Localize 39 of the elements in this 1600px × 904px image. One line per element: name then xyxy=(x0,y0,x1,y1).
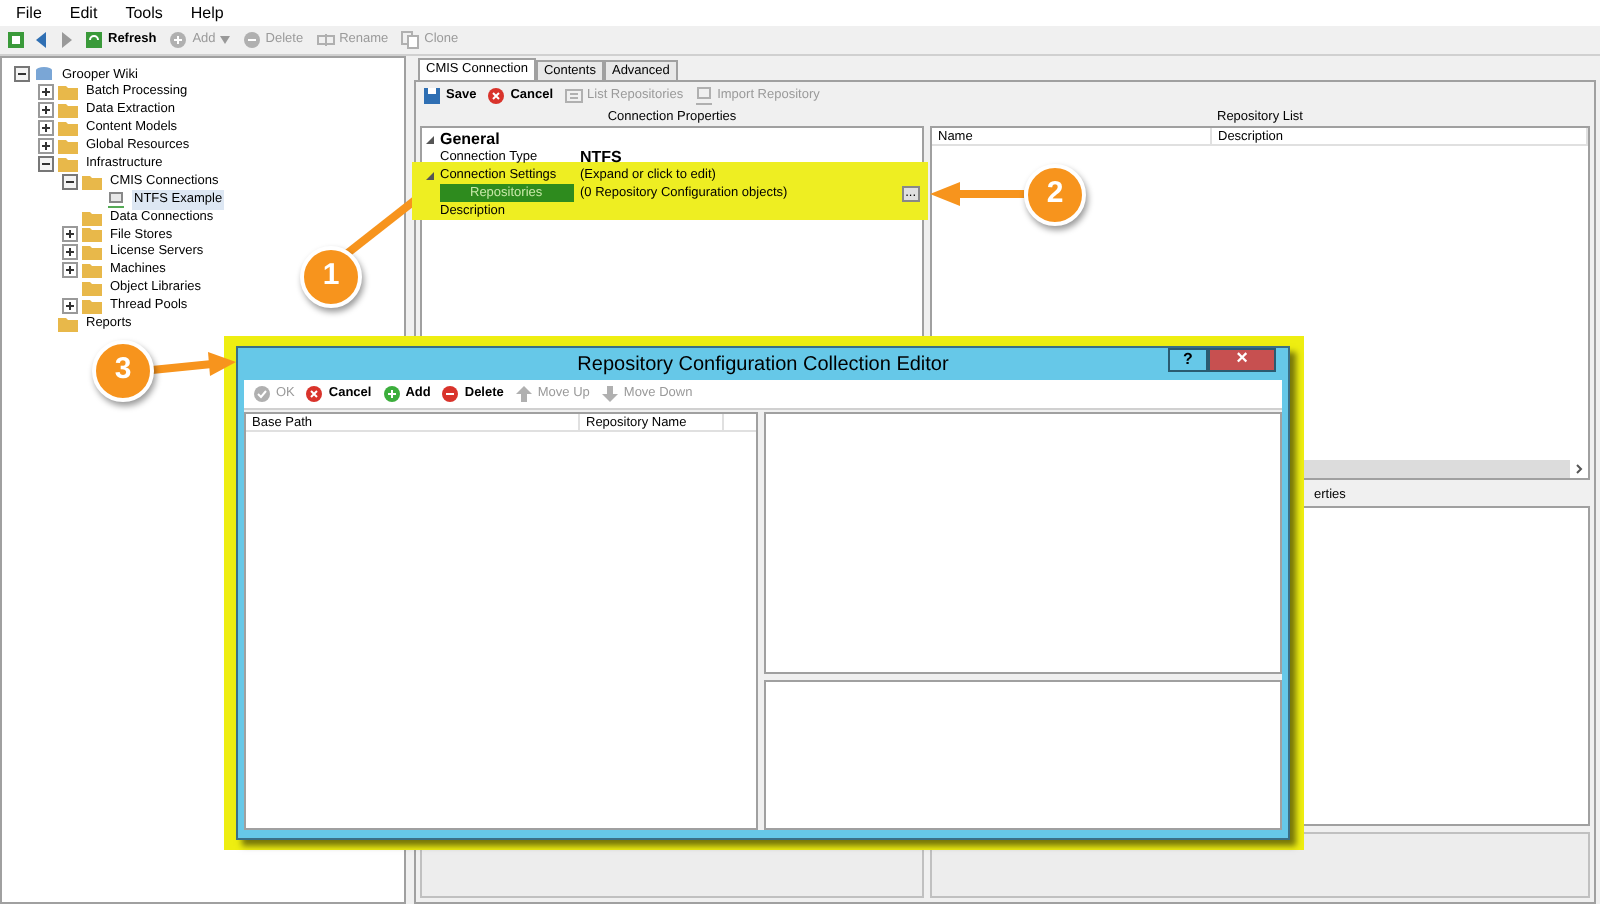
copy-icon xyxy=(400,30,421,50)
list-icon xyxy=(563,86,584,106)
cancel-icon xyxy=(486,86,507,106)
down-arrow-icon xyxy=(599,384,620,404)
expand-icon[interactable] xyxy=(38,138,54,154)
collapse-icon[interactable] xyxy=(422,133,440,145)
menu-item[interactable]: Help xyxy=(190,1,224,25)
callout-arrow xyxy=(930,182,1024,206)
collapse-icon[interactable] xyxy=(422,169,440,181)
expand-icon[interactable] xyxy=(62,262,78,279)
menu-item[interactable]: Edit xyxy=(69,1,98,25)
delete-icon xyxy=(241,30,262,50)
expand-icon[interactable] xyxy=(38,120,54,137)
database-icon xyxy=(34,66,54,83)
category-heading[interactable]: General xyxy=(440,127,500,151)
save-icon xyxy=(422,86,442,106)
menu-item[interactable]: File xyxy=(16,1,42,25)
close-button[interactable]: × xyxy=(1208,348,1276,372)
refresh-icon xyxy=(84,30,104,50)
up-arrow-icon xyxy=(513,384,534,404)
rename-icon xyxy=(315,30,336,50)
expand-icon[interactable] xyxy=(62,298,78,315)
menu-item[interactable]: Tools xyxy=(125,1,163,25)
add-icon xyxy=(168,30,189,50)
expand-icon[interactable] xyxy=(38,102,54,119)
callout-arrow xyxy=(151,352,236,376)
collapse-icon[interactable] xyxy=(14,66,30,83)
computer-icon xyxy=(106,191,126,208)
collapse-icon[interactable] xyxy=(38,155,54,172)
collapse-icon[interactable] xyxy=(62,173,78,190)
scroll-right-icon[interactable] xyxy=(1570,460,1588,478)
expand-icon[interactable] xyxy=(62,244,78,261)
expand-icon[interactable] xyxy=(38,84,54,101)
help-button[interactable]: ? xyxy=(1168,348,1208,372)
window-title: Repository Configuration Collection Editor xyxy=(577,351,949,379)
expand-icon[interactable] xyxy=(62,226,78,243)
property-value: NTFS xyxy=(580,145,622,168)
computer-icon xyxy=(693,86,714,106)
back-icon[interactable] xyxy=(34,30,50,50)
